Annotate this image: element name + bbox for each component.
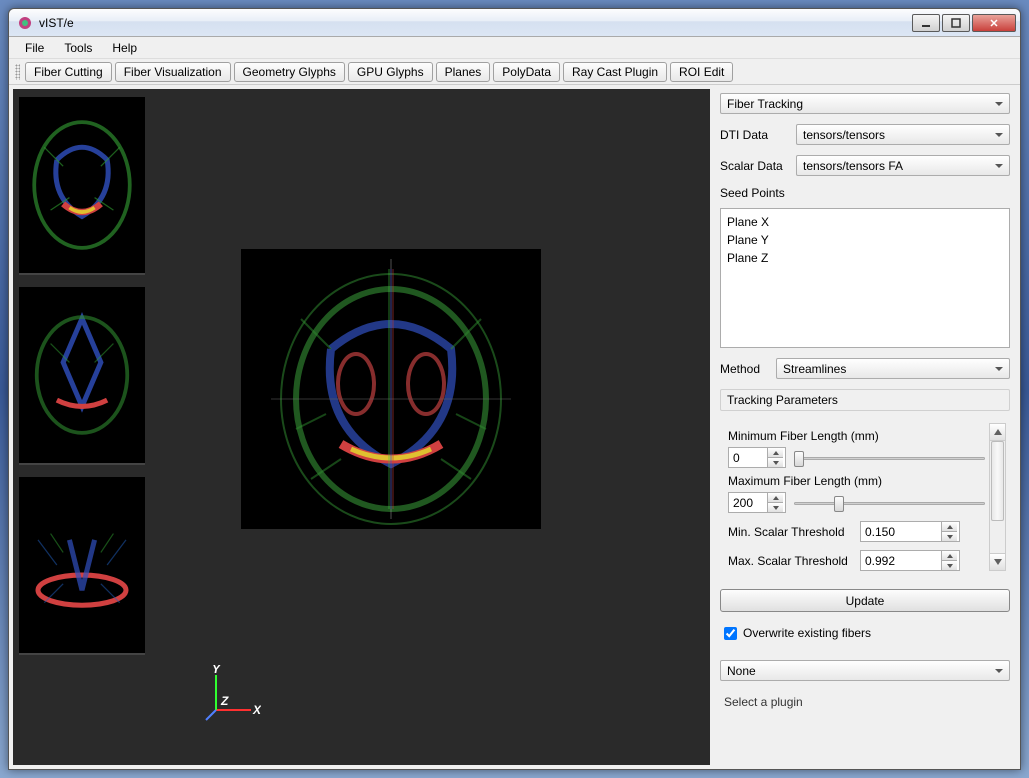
axis-gizmo: X Y Z	[201, 665, 261, 725]
scroll-up-icon[interactable]	[990, 424, 1005, 441]
spin-down-icon[interactable]	[768, 458, 783, 467]
min-fiber-length-label: Minimum Fiber Length (mm)	[728, 429, 985, 443]
list-item[interactable]: Plane X	[727, 213, 1003, 231]
spin-up-icon[interactable]	[768, 493, 783, 503]
params-scrollbar[interactable]	[989, 423, 1006, 571]
slice-thumbnails	[13, 89, 151, 765]
scroll-down-icon[interactable]	[990, 553, 1005, 570]
max-fiber-length-spinner[interactable]	[728, 492, 786, 513]
brain-volume	[241, 249, 541, 529]
spin-up-icon[interactable]	[768, 448, 783, 458]
max-scalar-threshold-label: Max. Scalar Threshold	[728, 554, 854, 568]
min-scalar-threshold-spinner[interactable]	[860, 521, 960, 542]
method-label: Method	[720, 362, 770, 376]
axis-x-label: X	[252, 703, 261, 717]
seed-points-label: Seed Points	[720, 186, 1010, 200]
3d-viewport[interactable]: X Y Z	[151, 89, 710, 765]
axis-y-label: Y	[212, 665, 221, 676]
spin-up-icon[interactable]	[942, 522, 957, 532]
update-button[interactable]: Update	[720, 589, 1010, 612]
close-button[interactable]	[972, 14, 1016, 32]
overwrite-fibers-label: Overwrite existing fibers	[743, 626, 871, 640]
slice-coronal[interactable]	[19, 287, 145, 465]
titlebar[interactable]: vIST/e	[9, 9, 1020, 37]
scalar-data-label: Scalar Data	[720, 159, 790, 173]
minimize-button[interactable]	[912, 14, 940, 32]
tool-fiber-cutting[interactable]: Fiber Cutting	[25, 62, 112, 82]
scalar-data-select[interactable]: tensors/tensors FA	[796, 155, 1010, 176]
tool-geometry-glyphs[interactable]: Geometry Glyphs	[234, 62, 345, 82]
tool-fiber-visualization[interactable]: Fiber Visualization	[115, 62, 231, 82]
min-fiber-length-input[interactable]	[729, 451, 767, 465]
spin-down-icon[interactable]	[942, 561, 957, 570]
tool-roi-edit[interactable]: ROI Edit	[670, 62, 733, 82]
menu-file[interactable]: File	[15, 39, 54, 57]
plugin-select[interactable]: Fiber Tracking	[720, 93, 1010, 114]
app-window: vIST/e File Tools Help Fiber Cutting Fib…	[8, 8, 1021, 770]
overwrite-fibers-checkbox[interactable]	[724, 627, 737, 640]
slice-axial[interactable]	[19, 97, 145, 275]
axis-z-label: Z	[220, 694, 229, 708]
max-fiber-length-slider[interactable]	[794, 493, 985, 513]
menu-help[interactable]: Help	[102, 39, 147, 57]
tool-gpu-glyphs[interactable]: GPU Glyphs	[348, 62, 433, 82]
maximize-button[interactable]	[942, 14, 970, 32]
tool-planes[interactable]: Planes	[436, 62, 491, 82]
tool-polydata[interactable]: PolyData	[493, 62, 560, 82]
main-area: X Y Z Fiber Tracking DTI Data tensors/te…	[9, 85, 1020, 769]
list-item[interactable]: Plane Y	[727, 231, 1003, 249]
spin-down-icon[interactable]	[768, 503, 783, 512]
toolbar: Fiber Cutting Fiber Visualization Geomet…	[9, 59, 1020, 85]
max-fiber-length-label: Maximum Fiber Length (mm)	[728, 474, 985, 488]
spin-down-icon[interactable]	[942, 532, 957, 541]
toolbar-grip-icon[interactable]	[15, 64, 20, 80]
scroll-thumb[interactable]	[991, 441, 1004, 521]
plugin-hint: Select a plugin	[720, 687, 1010, 717]
spin-up-icon[interactable]	[942, 551, 957, 561]
max-scalar-threshold-input[interactable]	[861, 554, 941, 568]
min-scalar-threshold-label: Min. Scalar Threshold	[728, 525, 854, 539]
min-fiber-length-spinner[interactable]	[728, 447, 786, 468]
list-item[interactable]: Plane Z	[727, 249, 1003, 267]
method-select[interactable]: Streamlines	[776, 358, 1010, 379]
dti-data-label: DTI Data	[720, 128, 790, 142]
window-title: vIST/e	[39, 16, 912, 30]
menu-tools[interactable]: Tools	[54, 39, 102, 57]
viewport: X Y Z	[13, 89, 710, 765]
dti-data-select[interactable]: tensors/tensors	[796, 124, 1010, 145]
seed-points-list[interactable]: Plane X Plane Y Plane Z	[720, 208, 1010, 348]
max-scalar-threshold-spinner[interactable]	[860, 550, 960, 571]
app-icon	[17, 15, 33, 31]
tracking-params-panel: Minimum Fiber Length (mm) Maximum Fiber …	[720, 417, 1010, 575]
max-fiber-length-input[interactable]	[729, 496, 767, 510]
tracking-params-header: Tracking Parameters	[720, 389, 1010, 411]
min-scalar-threshold-input[interactable]	[861, 525, 941, 539]
min-fiber-length-slider[interactable]	[794, 448, 985, 468]
menubar: File Tools Help	[9, 37, 1020, 59]
tool-ray-cast-plugin[interactable]: Ray Cast Plugin	[563, 62, 667, 82]
sidebar-panel: Fiber Tracking DTI Data tensors/tensors …	[714, 89, 1016, 765]
bottom-plugin-select[interactable]: None	[720, 660, 1010, 681]
slice-sagittal[interactable]	[19, 477, 145, 655]
